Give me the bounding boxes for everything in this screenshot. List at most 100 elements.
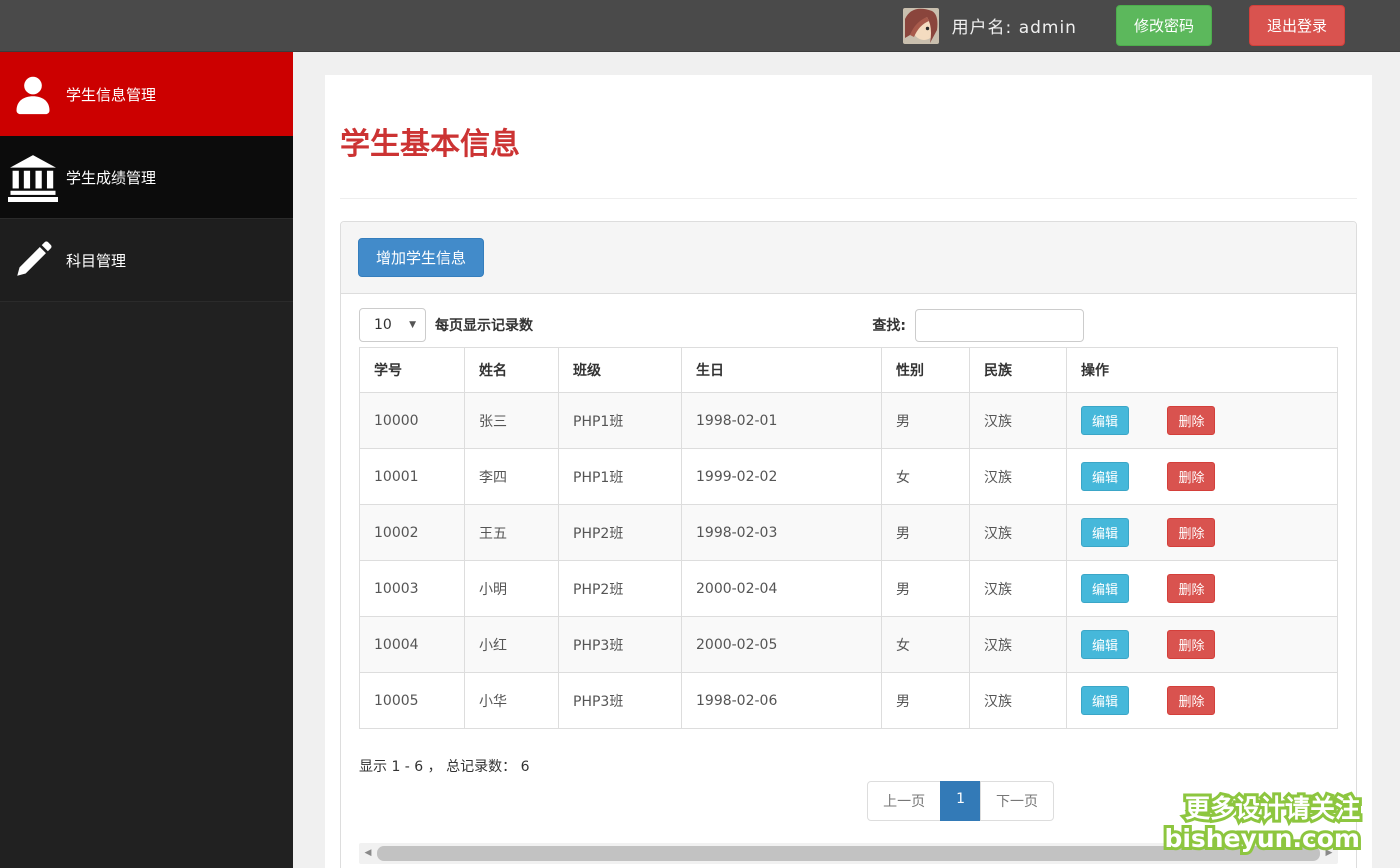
sidebar-item-label: 科目管理: [66, 251, 127, 270]
sidebar-item-student-scores[interactable]: 学生成绩管理: [0, 136, 293, 219]
content-card: 学生基本信息 增加学生信息 10 ▼ 每页显示记录数 查找: 学号 姓名 班级 …: [325, 75, 1372, 868]
cell-id: 10002: [359, 504, 465, 561]
search-group: 查找:: [872, 308, 1084, 342]
bank-icon: [0, 152, 66, 202]
cell-gender: 男: [881, 392, 970, 449]
cell-actions: 编辑 删除: [1066, 560, 1338, 617]
cell-name: 小明: [464, 560, 559, 617]
cell-id: 10000: [359, 392, 465, 449]
table-row: 10002 王五 PHP2班 1998-02-03 男 汉族 编辑 删除: [359, 504, 1338, 561]
edit-button[interactable]: 编辑: [1081, 406, 1130, 435]
caret-down-icon: ▼: [409, 320, 416, 330]
col-header-birthday: 生日: [681, 347, 882, 393]
cell-actions: 编辑 删除: [1066, 504, 1338, 561]
cell-birthday: 1999-02-02: [681, 448, 882, 505]
cell-birthday: 2000-02-04: [681, 560, 882, 617]
cell-birthday: 1998-02-06: [681, 672, 882, 729]
cell-actions: 编辑 删除: [1066, 392, 1338, 449]
table-row: 10005 小华 PHP3班 1998-02-06 男 汉族 编辑 删除: [359, 672, 1338, 729]
cell-class: PHP2班: [558, 560, 682, 617]
edit-button[interactable]: 编辑: [1081, 518, 1130, 547]
edit-button[interactable]: 编辑: [1081, 574, 1130, 603]
table-row: 10000 张三 PHP1班 1998-02-01 男 汉族 编辑 删除: [359, 392, 1338, 449]
col-header-actions: 操作: [1066, 347, 1338, 393]
cell-id: 10005: [359, 672, 465, 729]
delete-button[interactable]: 删除: [1167, 518, 1216, 547]
cell-gender: 男: [881, 672, 970, 729]
cell-ethnicity: 汉族: [969, 448, 1067, 505]
students-table: 学号 姓名 班级 生日 性别 民族 操作 10000 张三 PHP1班 1998…: [359, 347, 1338, 729]
col-header-class: 班级: [558, 347, 682, 393]
sidebar-item-subjects[interactable]: 科目管理: [0, 219, 293, 302]
edit-button[interactable]: 编辑: [1081, 686, 1130, 715]
pagination-prev[interactable]: 上一页: [867, 781, 942, 821]
scroll-left-icon[interactable]: ◀: [361, 843, 375, 864]
pagination: 上一页 1 下一页: [867, 781, 1054, 821]
search-label: 查找:: [872, 318, 906, 334]
pagination-page-1[interactable]: 1: [940, 781, 981, 821]
students-panel: 增加学生信息 10 ▼ 每页显示记录数 查找: 学号 姓名 班级 生日 性别 民…: [340, 221, 1357, 868]
panel-heading: 增加学生信息: [341, 222, 1356, 294]
delete-button[interactable]: 删除: [1167, 686, 1216, 715]
edit-button[interactable]: 编辑: [1081, 462, 1130, 491]
scroll-right-icon[interactable]: ▶: [1322, 843, 1336, 864]
pencil-icon: [0, 239, 66, 281]
horizontal-scrollbar[interactable]: ◀ ▶: [359, 843, 1338, 864]
pagination-next[interactable]: 下一页: [980, 781, 1054, 821]
cell-gender: 男: [881, 560, 970, 617]
user-icon: [0, 71, 66, 117]
cell-ethnicity: 汉族: [969, 672, 1067, 729]
cell-actions: 编辑 删除: [1066, 616, 1338, 673]
cell-class: PHP1班: [558, 448, 682, 505]
col-header-ethnicity: 民族: [969, 347, 1067, 393]
cell-name: 小华: [464, 672, 559, 729]
cell-actions: 编辑 删除: [1066, 448, 1338, 505]
cell-birthday: 1998-02-01: [681, 392, 882, 449]
avatar-illustration: [902, 7, 939, 44]
cell-gender: 女: [881, 448, 970, 505]
page-title: 学生基本信息: [340, 127, 520, 162]
delete-button[interactable]: 删除: [1167, 574, 1216, 603]
cell-id: 10001: [359, 448, 465, 505]
cell-class: PHP3班: [558, 616, 682, 673]
cell-ethnicity: 汉族: [969, 616, 1067, 673]
cell-birthday: 1998-02-03: [681, 504, 882, 561]
cell-ethnicity: 汉族: [969, 504, 1067, 561]
delete-button[interactable]: 删除: [1167, 462, 1216, 491]
cell-class: PHP2班: [558, 504, 682, 561]
col-header-gender: 性别: [881, 347, 970, 393]
page-size-select[interactable]: 10 ▼: [359, 308, 426, 342]
cell-birthday: 2000-02-05: [681, 616, 882, 673]
page-size-label: 每页显示记录数: [435, 318, 533, 334]
sidebar-item-label: 学生信息管理: [66, 85, 157, 104]
user-avatar: [902, 7, 939, 44]
cell-class: PHP3班: [558, 672, 682, 729]
cell-id: 10003: [359, 560, 465, 617]
cell-name: 张三: [464, 392, 559, 449]
logout-button[interactable]: 退出登录: [1248, 5, 1345, 46]
cell-gender: 男: [881, 504, 970, 561]
panel-body: 10 ▼ 每页显示记录数 查找: 学号 姓名 班级 生日 性别 民族 操作 10…: [341, 294, 1356, 868]
table-row: 10003 小明 PHP2班 2000-02-04 男 汉族 编辑 删除: [359, 560, 1338, 617]
username-label: 用户名: admin: [951, 18, 1077, 38]
main-content: 学生基本信息 增加学生信息 10 ▼ 每页显示记录数 查找: 学号 姓名 班级 …: [293, 52, 1400, 868]
cell-id: 10004: [359, 616, 465, 673]
add-student-button[interactable]: 增加学生信息: [358, 238, 485, 277]
sidebar: 学生信息管理 学生成绩管理 科目管理: [0, 52, 293, 868]
scrollbar-thumb[interactable]: [377, 846, 1320, 861]
cell-name: 王五: [464, 504, 559, 561]
sidebar-item-student-info[interactable]: 学生信息管理: [0, 52, 293, 136]
topbar: 用户名: admin 修改密码 退出登录: [0, 0, 1400, 52]
cell-ethnicity: 汉族: [969, 560, 1067, 617]
col-header-id: 学号: [359, 347, 465, 393]
table-controls: 10 ▼ 每页显示记录数 查找:: [359, 308, 1338, 342]
search-input[interactable]: [915, 308, 1084, 342]
edit-button[interactable]: 编辑: [1081, 630, 1130, 659]
table-row: 10001 李四 PHP1班 1999-02-02 女 汉族 编辑 删除: [359, 448, 1338, 505]
delete-button[interactable]: 删除: [1167, 406, 1216, 435]
change-password-button[interactable]: 修改密码: [1115, 5, 1212, 46]
cell-actions: 编辑 删除: [1066, 672, 1338, 729]
students-table-header-row: 学号 姓名 班级 生日 性别 民族 操作: [359, 347, 1338, 393]
delete-button[interactable]: 删除: [1167, 630, 1216, 659]
sidebar-item-label: 学生成绩管理: [66, 168, 157, 187]
